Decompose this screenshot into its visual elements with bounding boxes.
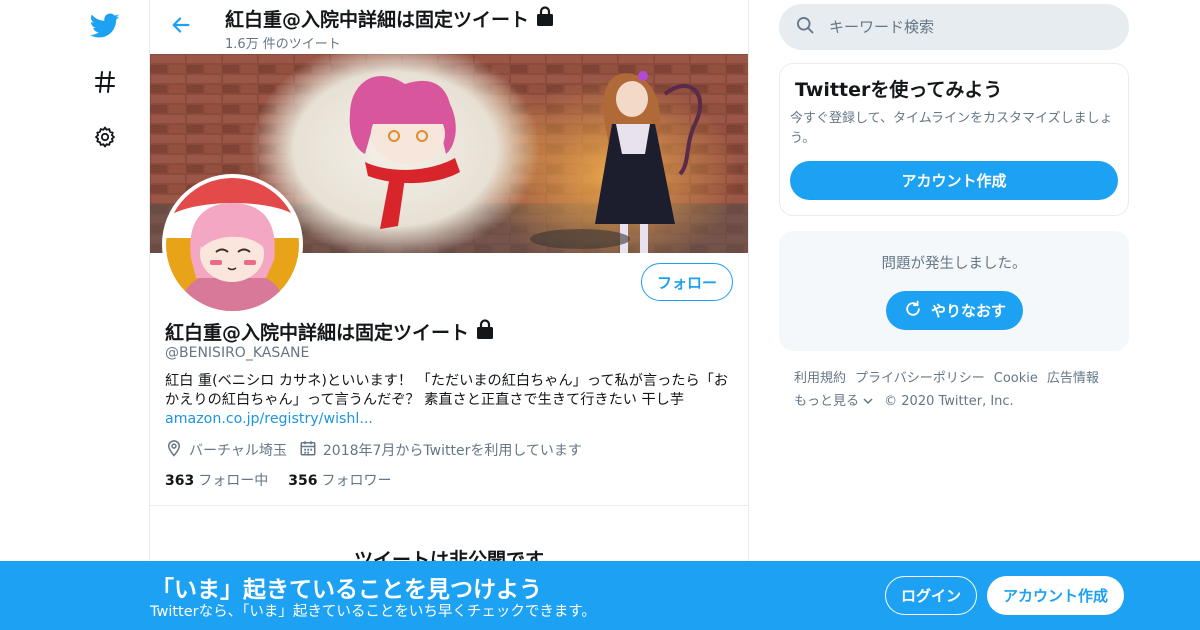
login-button[interactable]: ログイン [885, 576, 977, 615]
twitter-bird-icon[interactable] [85, 6, 125, 46]
signup-card-title: Twitterを使ってみよう [795, 79, 1003, 101]
more-label: もっと見る [794, 394, 860, 409]
profile-handle: @BENISIRO_KASANE [165, 345, 310, 361]
hashtag-icon[interactable] [85, 62, 125, 102]
bio-text: 紅白 重(ベニシロ カサネ)といいます！ 「ただいまの紅白ちゃん」って私が言った… [165, 373, 729, 408]
terms-link[interactable]: 利用規約 [794, 371, 846, 386]
follow-button[interactable]: フォロー [641, 263, 733, 301]
profile-header-bar: 紅白重@入院中詳細は固定ツイート 1.6万 件のツイート [150, 0, 748, 54]
joined-text: 2018年7月からTwitterを利用しています [322, 443, 582, 459]
follow-counts: 363 フォロー中 356 フォロワー [165, 470, 391, 490]
search-input[interactable] [829, 18, 1099, 36]
profile-display-name: 紅白重@入院中詳細は固定ツイート [165, 318, 495, 345]
location-item: バーチャル埼玉 [165, 439, 287, 461]
retry-button[interactable]: やりなおす [886, 291, 1023, 330]
profile-bio: 紅白 重(ベニシロ カサネ)といいます！ 「ただいまの紅白ちゃん」って私が言った… [165, 372, 737, 429]
following-label: フォロー中 [198, 473, 269, 489]
bio-link[interactable]: amazon.co.jp/registry/wishl... [165, 411, 373, 427]
bottom-bar-subtitle: Twitterなら、「いま」起きていることをいち早くチェックできます。 [150, 604, 596, 620]
gear-icon[interactable] [85, 117, 125, 157]
followers-count: 356 [288, 473, 318, 489]
tweet-count: 1.6万 件のツイート [225, 37, 341, 52]
followers-count-link[interactable]: 356 フォロワー [288, 470, 391, 490]
retry-label: やりなおす [930, 302, 1006, 320]
lock-icon [475, 318, 495, 345]
lock-icon [535, 5, 555, 32]
header-name: 紅白重@入院中詳細は固定ツイート [225, 9, 530, 31]
joined-item: 2018年7月からTwitterを利用しています [299, 439, 582, 461]
location-pin-icon [165, 439, 183, 461]
following-count-link[interactable]: 363 フォロー中 [165, 470, 268, 490]
cookie-link[interactable]: Cookie [994, 371, 1038, 386]
footer-links: 利用規約 プライバシーポリシー Cookie 広告情報 もっと見る © 2020 Tw… [794, 367, 1134, 413]
profile-meta: バーチャル埼玉 2018年7月からTwitterを利用しています [165, 439, 594, 461]
following-count: 363 [165, 473, 195, 489]
followers-label: フォロワー [321, 473, 392, 489]
create-account-button[interactable]: アカウント作成 [790, 161, 1118, 200]
error-card: 問題が発生しました。 やりなおす [779, 231, 1129, 351]
search-box[interactable] [779, 4, 1129, 50]
privacy-link[interactable]: プライバシーポリシー [855, 371, 985, 386]
signup-card-description: 今すぐ登録して、タイムラインをカスタマイズしましょう。 [790, 111, 1113, 146]
location-text: バーチャル埼玉 [189, 443, 287, 459]
more-link[interactable]: もっと見る [794, 394, 873, 409]
back-arrow-icon[interactable] [166, 10, 196, 40]
bottom-signup-bar: 「いま」起きていることを見つけよう Twitterなら、「いま」起きていることを… [0, 561, 1200, 630]
bottom-create-account-button[interactable]: アカウント作成 [987, 576, 1124, 615]
header-title: 紅白重@入院中詳細は固定ツイート [225, 5, 555, 32]
search-icon [795, 15, 815, 39]
bottom-bar-title: 「いま」起きていることを見つけよう [151, 577, 542, 603]
profile-column: 紅白重@入院中詳細は固定ツイート 1.6万 件のツイート フォロー 紅白重@入院… [149, 0, 749, 630]
ads-info-link[interactable]: 広告情報 [1047, 371, 1099, 386]
error-message: 問題が発生しました。 [881, 256, 1027, 272]
left-nav [80, 0, 130, 630]
profile-avatar[interactable] [162, 174, 303, 315]
section-divider [150, 505, 748, 506]
profile-name-text: 紅白重@入院中詳細は固定ツイート [165, 322, 470, 344]
copyright-text: © 2020 Twitter, Inc. [884, 394, 1014, 409]
signup-card: Twitterを使ってみよう 今すぐ登録して、タイムラインをカスタマイズしましょ… [779, 63, 1129, 216]
calendar-icon [299, 439, 317, 461]
refresh-icon [903, 299, 923, 323]
chevron-down-icon [863, 394, 873, 409]
